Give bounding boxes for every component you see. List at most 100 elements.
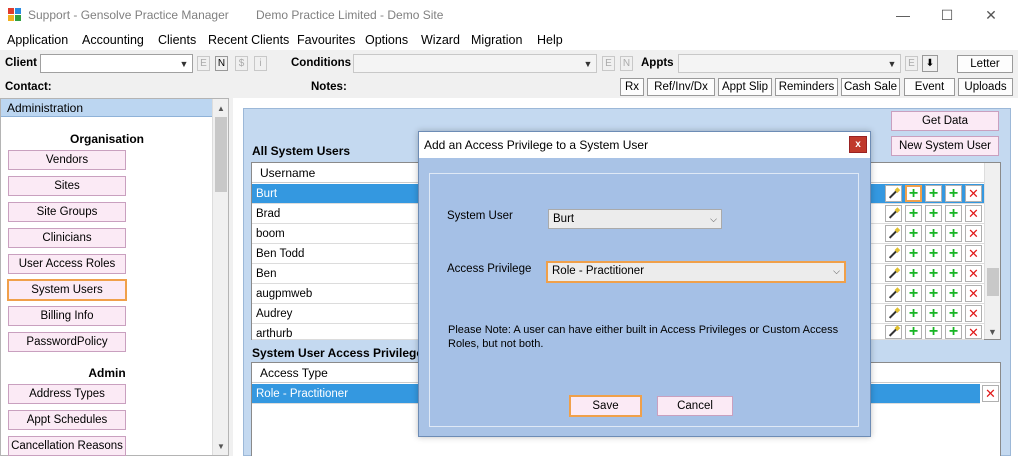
add-site-button[interactable]: + xyxy=(945,205,962,222)
edit-user-button[interactable] xyxy=(885,305,902,322)
get-data-button[interactable]: Get Data xyxy=(891,111,999,131)
add-role-button[interactable]: + xyxy=(925,245,942,262)
client-dollar-button[interactable]: $ xyxy=(235,56,248,71)
edit-user-button[interactable] xyxy=(885,325,902,339)
add-role-button[interactable]: + xyxy=(925,265,942,282)
nav-address-types[interactable]: Address Types xyxy=(8,384,126,404)
add-privilege-button[interactable]: + xyxy=(905,324,922,340)
access-privilege-select[interactable]: Role - Practitioner ⌵ xyxy=(546,261,846,283)
chevron-down-icon: ▼ xyxy=(179,58,189,69)
add-role-button[interactable]: + xyxy=(925,185,942,202)
add-privilege-button[interactable]: + xyxy=(905,285,922,302)
nav-scrollbar[interactable]: ▲ ▼ xyxy=(212,99,228,455)
nav-billing-info[interactable]: Billing Info xyxy=(8,306,126,326)
menu-accounting[interactable]: Accounting xyxy=(82,33,144,47)
add-privilege-button[interactable]: + xyxy=(905,225,922,242)
edit-user-button[interactable] xyxy=(885,285,902,302)
nav-vendors[interactable]: Vendors xyxy=(8,150,126,170)
menu-favourites[interactable]: Favourites xyxy=(297,33,355,47)
reminders-button[interactable]: Reminders xyxy=(775,78,838,96)
add-role-button[interactable]: + xyxy=(925,205,942,222)
add-privilege-button[interactable]: + xyxy=(905,265,922,282)
add-role-button[interactable]: + xyxy=(925,285,942,302)
new-system-user-button[interactable]: New System User xyxy=(891,136,999,156)
scroll-down-icon[interactable]: ▼ xyxy=(988,327,997,337)
menu-migration[interactable]: Migration xyxy=(471,33,522,47)
delete-privilege-button[interactable]: ✕ xyxy=(982,385,999,402)
add-site-button[interactable]: + xyxy=(945,225,962,242)
nav-password-policy[interactable]: PasswordPolicy xyxy=(8,332,126,352)
nav-sites[interactable]: Sites xyxy=(8,176,126,196)
appts-e-button[interactable]: E xyxy=(905,56,918,71)
add-site-button[interactable]: + xyxy=(945,305,962,322)
plus-icon: + xyxy=(928,204,939,222)
appts-combo[interactable]: ▼ xyxy=(678,54,901,73)
client-combo[interactable]: ▼ xyxy=(40,54,193,73)
edit-user-button[interactable] xyxy=(885,205,902,222)
nav-cancellation-reasons[interactable]: Cancellation Reasons xyxy=(8,436,126,456)
add-site-button[interactable]: + xyxy=(945,185,962,202)
scroll-down-icon[interactable]: ▼ xyxy=(213,438,229,454)
delete-user-button[interactable]: ✕ xyxy=(965,265,982,282)
conditions-e-button[interactable]: E xyxy=(602,56,615,71)
download-icon[interactable]: ⬇ xyxy=(922,55,938,72)
menu-help[interactable]: Help xyxy=(537,33,563,47)
add-privilege-button[interactable]: + xyxy=(905,185,922,202)
add-privilege-button[interactable]: + xyxy=(905,205,922,222)
add-privilege-button[interactable]: + xyxy=(905,305,922,322)
scroll-thumb[interactable] xyxy=(987,268,999,296)
delete-user-button[interactable]: ✕ xyxy=(965,185,982,202)
conditions-combo[interactable]: ▼ xyxy=(353,54,597,73)
scroll-thumb[interactable] xyxy=(215,117,227,192)
add-site-button[interactable]: + xyxy=(945,265,962,282)
client-e-button[interactable]: E xyxy=(197,56,210,71)
delete-user-button[interactable]: ✕ xyxy=(965,205,982,222)
cancel-button[interactable]: Cancel xyxy=(657,396,733,416)
edit-user-button[interactable] xyxy=(885,245,902,262)
letter-button[interactable]: Letter xyxy=(957,55,1013,73)
nav-site-groups[interactable]: Site Groups xyxy=(8,202,126,222)
add-site-button[interactable]: + xyxy=(945,245,962,262)
cash-sale-button[interactable]: Cash Sale xyxy=(841,78,900,96)
conditions-n-button[interactable]: N xyxy=(620,56,633,71)
appt-slip-button[interactable]: Appt Slip xyxy=(718,78,772,96)
nav-appt-schedules[interactable]: Appt Schedules xyxy=(8,410,126,430)
rx-button[interactable]: Rx xyxy=(620,78,644,96)
menu-application[interactable]: Application xyxy=(7,33,68,47)
client-info-button[interactable]: i xyxy=(254,56,267,71)
nav-system-users[interactable]: System Users xyxy=(7,279,127,301)
ref-inv-dx-button[interactable]: Ref/Inv/Dx xyxy=(647,78,715,96)
system-user-select[interactable]: Burt ⌵ xyxy=(548,209,722,229)
add-role-button[interactable]: + xyxy=(925,305,942,322)
menu-recent-clients[interactable]: Recent Clients xyxy=(208,33,289,47)
add-site-button[interactable]: + xyxy=(945,285,962,302)
client-n-button[interactable]: N xyxy=(215,56,228,71)
uploads-button[interactable]: Uploads xyxy=(958,78,1013,96)
menu-options[interactable]: Options xyxy=(365,33,408,47)
close-window-button[interactable]: ✕ xyxy=(968,0,1014,30)
delete-user-button[interactable]: ✕ xyxy=(965,285,982,302)
minimize-button[interactable]: — xyxy=(880,0,926,30)
maximize-button[interactable]: ☐ xyxy=(924,0,970,30)
dialog-close-button[interactable]: x xyxy=(849,136,867,153)
nav-clinicians[interactable]: Clinicians xyxy=(8,228,126,248)
add-privilege-button[interactable]: + xyxy=(905,245,922,262)
users-grid-scrollbar[interactable]: ▼ xyxy=(984,163,1000,339)
add-site-button[interactable]: + xyxy=(945,324,962,340)
edit-user-button[interactable] xyxy=(885,225,902,242)
add-role-button[interactable]: + xyxy=(925,324,942,340)
delete-user-button[interactable]: ✕ xyxy=(965,325,982,339)
delete-user-button[interactable]: ✕ xyxy=(965,225,982,242)
menu-wizard[interactable]: Wizard xyxy=(421,33,460,47)
save-button[interactable]: Save xyxy=(569,395,642,417)
delete-user-button[interactable]: ✕ xyxy=(965,305,982,322)
add-role-button[interactable]: + xyxy=(925,225,942,242)
event-button[interactable]: Event xyxy=(904,78,955,96)
scroll-up-icon[interactable]: ▲ xyxy=(213,100,229,116)
edit-user-button[interactable] xyxy=(885,265,902,282)
delete-user-button[interactable]: ✕ xyxy=(965,245,982,262)
menu-clients[interactable]: Clients xyxy=(158,33,196,47)
edit-user-button[interactable] xyxy=(885,185,902,202)
nav-user-access-roles[interactable]: User Access Roles xyxy=(8,254,126,274)
plus-icon: + xyxy=(928,184,939,202)
